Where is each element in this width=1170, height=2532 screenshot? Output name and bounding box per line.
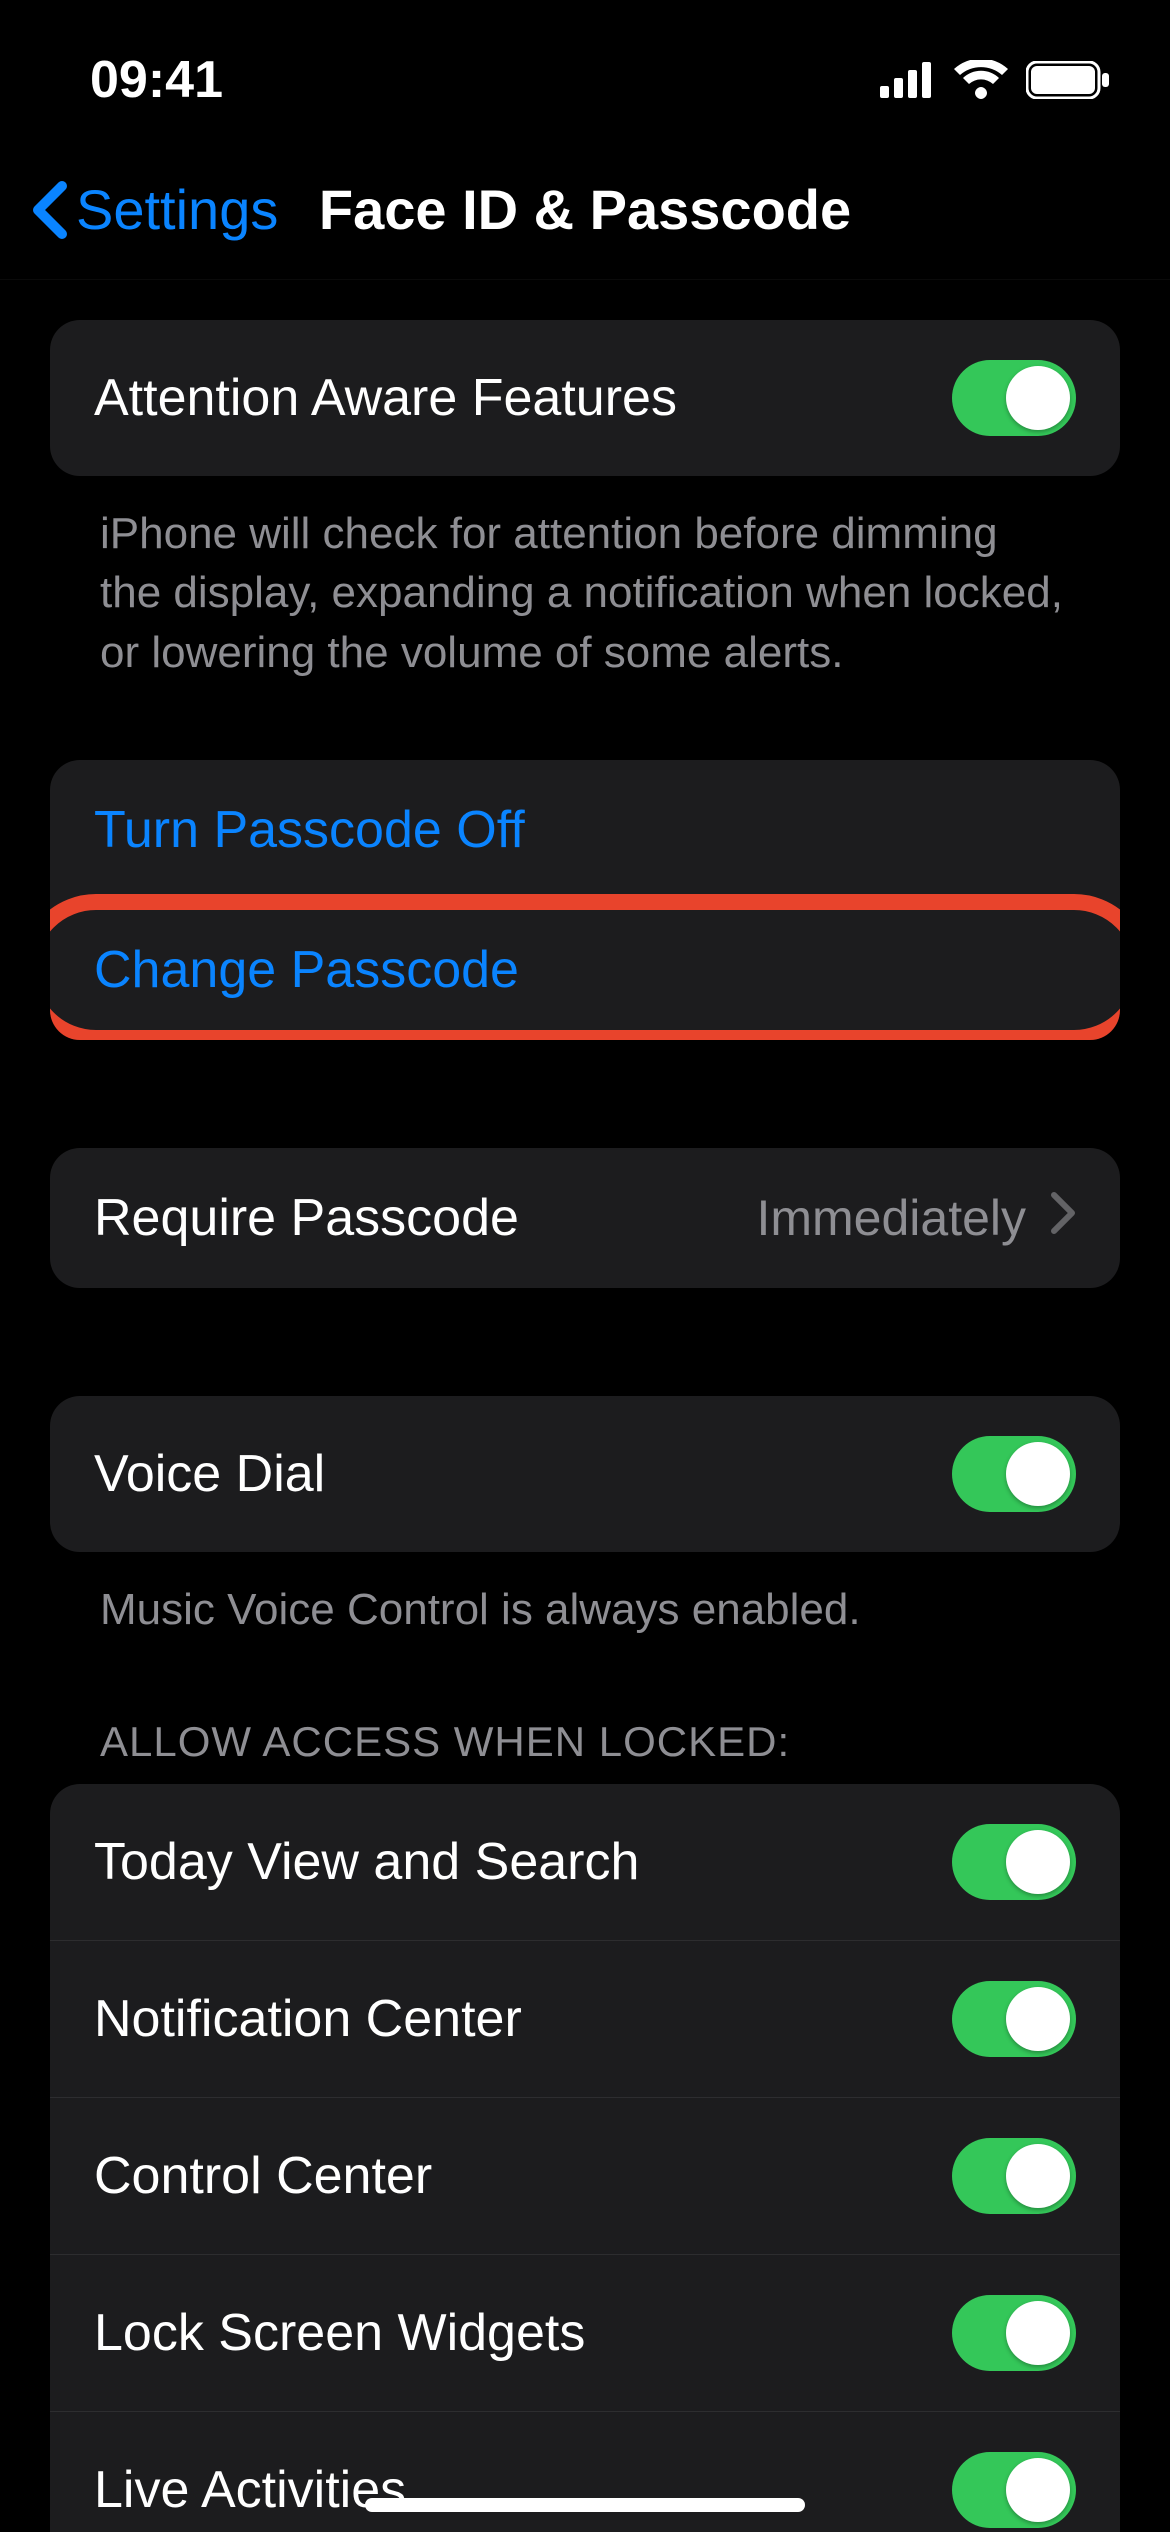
lock-screen-widgets-toggle[interactable]	[952, 2295, 1076, 2371]
change-passcode-label: Change Passcode	[94, 940, 519, 1000]
control-center-toggle[interactable]	[952, 2138, 1076, 2214]
voice-dial-toggle[interactable]	[952, 1436, 1076, 1512]
voice-dial-row[interactable]: Voice Dial	[50, 1396, 1120, 1552]
turn-passcode-off-row[interactable]: Turn Passcode Off	[50, 760, 1120, 900]
turn-passcode-off-label: Turn Passcode Off	[94, 800, 525, 860]
control-center-row[interactable]: Control Center	[50, 2097, 1120, 2254]
wifi-icon	[954, 60, 1008, 100]
attention-aware-row[interactable]: Attention Aware Features	[50, 320, 1120, 476]
attention-group: Attention Aware Features	[50, 320, 1120, 476]
live-activities-toggle[interactable]	[952, 2452, 1076, 2528]
notification-center-label: Notification Center	[94, 1989, 522, 2049]
live-activities-label: Live Activities	[94, 2460, 406, 2520]
require-passcode-group: Require Passcode Immediately	[50, 1148, 1120, 1288]
notification-center-row[interactable]: Notification Center	[50, 1940, 1120, 2097]
chevron-left-icon	[30, 180, 68, 240]
allow-access-group: Today View and Search Notification Cente…	[50, 1784, 1120, 2532]
require-passcode-row[interactable]: Require Passcode Immediately	[50, 1148, 1120, 1288]
require-passcode-value: Immediately	[756, 1189, 1026, 1247]
notification-center-toggle[interactable]	[952, 1981, 1076, 2057]
today-view-label: Today View and Search	[94, 1832, 639, 1892]
attention-aware-label: Attention Aware Features	[94, 368, 677, 428]
back-label: Settings	[76, 177, 278, 242]
voice-dial-footer: Music Voice Control is always enabled.	[50, 1552, 1120, 1639]
page-title: Face ID & Passcode	[319, 177, 851, 242]
status-icons	[880, 60, 1110, 100]
chevron-right-icon	[1050, 1189, 1076, 1247]
passcode-actions-group: Turn Passcode Off Change Passcode	[50, 760, 1120, 1040]
change-passcode-row[interactable]: Change Passcode	[50, 900, 1120, 1040]
today-view-row[interactable]: Today View and Search	[50, 1784, 1120, 1940]
allow-access-header: ALLOW ACCESS WHEN LOCKED:	[50, 1718, 1120, 1784]
voice-dial-label: Voice Dial	[94, 1444, 325, 1504]
status-time: 09:41	[90, 50, 223, 110]
voice-dial-group: Voice Dial	[50, 1396, 1120, 1552]
back-button[interactable]: Settings	[30, 177, 278, 242]
lock-screen-widgets-label: Lock Screen Widgets	[94, 2303, 585, 2363]
attention-footer: iPhone will check for attention before d…	[50, 476, 1120, 682]
control-center-label: Control Center	[94, 2146, 432, 2206]
home-indicator[interactable]	[365, 2498, 805, 2512]
today-view-toggle[interactable]	[952, 1824, 1076, 1900]
nav-bar: Settings Face ID & Passcode	[0, 140, 1170, 280]
status-bar: 09:41	[0, 0, 1170, 140]
require-passcode-label: Require Passcode	[94, 1188, 519, 1248]
cellular-icon	[880, 62, 936, 98]
live-activities-row[interactable]: Live Activities	[50, 2411, 1120, 2532]
battery-icon	[1026, 61, 1110, 99]
attention-aware-toggle[interactable]	[952, 360, 1076, 436]
lock-screen-widgets-row[interactable]: Lock Screen Widgets	[50, 2254, 1120, 2411]
